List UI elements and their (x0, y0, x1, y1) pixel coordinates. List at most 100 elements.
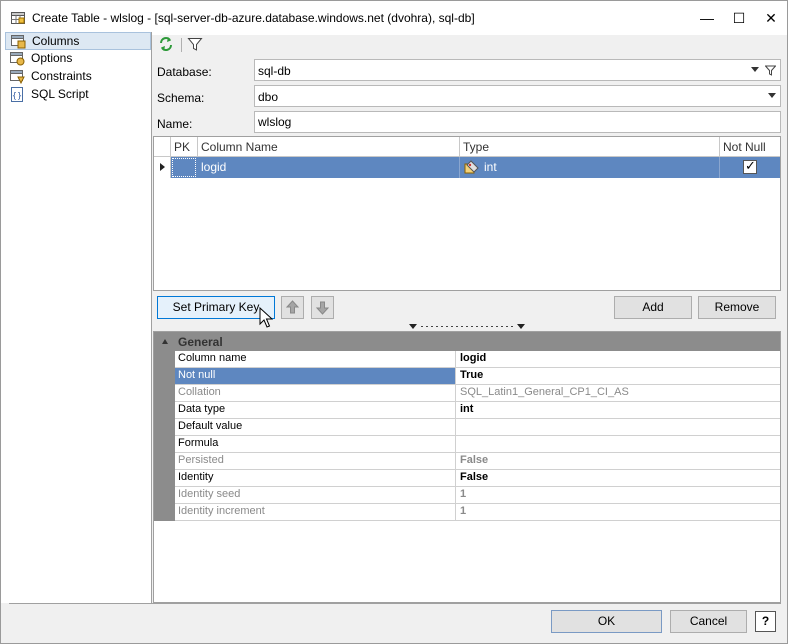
grid-header-indicator (154, 137, 171, 157)
nav-item-sql-script[interactable]: {} SQL Script (5, 86, 151, 104)
maximize-button[interactable]: ☐ (723, 1, 755, 35)
property-value[interactable]: True (456, 368, 780, 384)
mouse-cursor-icon (259, 307, 273, 328)
property-name: Identity (175, 470, 456, 486)
property-row-data-type[interactable]: Data type int (175, 402, 780, 419)
set-primary-key-button[interactable]: Set Primary Key (157, 296, 275, 319)
property-name: Data type (175, 402, 456, 418)
property-name: Persisted (175, 453, 456, 469)
remove-button[interactable]: Remove (698, 296, 776, 319)
property-row-not-null[interactable]: Not null True (175, 368, 780, 385)
property-name: Collation (175, 385, 456, 401)
footer-divider (9, 603, 781, 604)
section-nav: Columns Options Constraints {} SQL Scrip… (1, 32, 152, 603)
column-name-cell[interactable]: logid (198, 157, 460, 178)
table-columns-icon (11, 35, 26, 49)
grid-header-type[interactable]: Type (460, 137, 720, 157)
property-row-identity-increment[interactable]: Identity increment 1 (175, 504, 780, 521)
property-value[interactable]: int (456, 402, 780, 418)
filter-icon[interactable] (187, 36, 203, 52)
window-title: Create Table - wlslog - [sql-server-db-a… (32, 11, 475, 25)
schema-select[interactable]: dbo (254, 85, 781, 107)
database-select[interactable]: sql-db (254, 59, 781, 81)
properties-category-label: General (178, 335, 223, 349)
property-value[interactable]: logid (456, 351, 780, 367)
move-down-button[interactable] (311, 296, 334, 319)
nav-item-label: Columns (32, 34, 80, 48)
svg-text:{}: {} (12, 91, 22, 100)
collapse-icon[interactable] (162, 339, 168, 344)
property-value[interactable] (456, 419, 780, 435)
move-up-button[interactable] (281, 296, 304, 319)
property-row-formula[interactable]: Formula (175, 436, 780, 453)
nav-item-label: Options (31, 51, 73, 65)
nav-item-options[interactable]: Options (5, 50, 151, 68)
help-button[interactable]: ? (755, 611, 776, 632)
options-icon (10, 52, 25, 66)
not-null-checkbox[interactable] (743, 158, 757, 174)
nav-item-label: Constraints (31, 69, 92, 83)
property-value[interactable]: 1 (456, 487, 780, 503)
property-row-column-name[interactable]: Column name logid (175, 351, 780, 368)
schema-value: dbo (258, 90, 279, 104)
sql-script-icon: {} (11, 87, 23, 102)
table-icon (11, 12, 25, 24)
property-name: Default value (175, 419, 456, 435)
property-name: Column name (175, 351, 456, 367)
row-indicator-icon (154, 157, 171, 178)
grid-header-pk[interactable]: PK (171, 137, 198, 157)
type-cell-value: int (484, 160, 497, 174)
property-value[interactable]: False (456, 453, 780, 469)
nav-item-label: SQL Script (31, 87, 89, 101)
not-null-cell[interactable] (720, 157, 780, 178)
property-row-persisted[interactable]: Persisted False (175, 453, 780, 470)
property-value[interactable]: False (456, 470, 780, 486)
schema-label: Schema: (157, 91, 205, 105)
nav-item-columns[interactable]: Columns (5, 32, 151, 50)
close-button[interactable]: ✕ (755, 1, 787, 35)
refresh-icon[interactable] (158, 36, 174, 52)
minimize-button[interactable]: — (691, 1, 723, 35)
name-label: Name: (157, 117, 193, 131)
chevron-down-icon[interactable] (751, 67, 759, 72)
property-value[interactable]: SQL_Latin1_General_CP1_CI_AS (456, 385, 780, 401)
ok-button[interactable]: OK (551, 610, 662, 633)
property-row-default-value[interactable]: Default value (175, 419, 780, 436)
database-value: sql-db (258, 64, 291, 78)
cancel-button[interactable]: Cancel (670, 610, 747, 633)
property-row-identity[interactable]: Identity False (175, 470, 780, 487)
filter-icon[interactable] (765, 65, 776, 76)
property-name: Not null (175, 368, 456, 384)
toolbar (153, 32, 781, 57)
table-row[interactable]: logid int (154, 157, 780, 178)
create-table-dialog: Create Table - wlslog - [sql-server-db-a… (0, 0, 788, 644)
pk-cell[interactable] (172, 158, 196, 177)
properties-category-general[interactable]: General (154, 332, 780, 352)
data-type-icon (464, 160, 479, 174)
database-label: Database: (157, 65, 212, 79)
title-bar: Create Table - wlslog - [sql-server-db-a… (1, 1, 787, 35)
arrow-up-icon (285, 300, 300, 314)
constraints-icon (10, 70, 25, 84)
property-value[interactable]: 1 (456, 504, 780, 520)
property-name: Identity increment (175, 504, 456, 520)
property-value[interactable] (456, 436, 780, 452)
properties-gutter (154, 332, 175, 521)
table-name-input[interactable] (254, 111, 781, 133)
property-name: Formula (175, 436, 456, 452)
chevron-down-icon[interactable] (768, 93, 776, 98)
splitter-handle[interactable] (409, 323, 525, 331)
type-cell[interactable]: int (460, 157, 720, 178)
columns-grid: PK Column Name Type Not Null logid int (153, 136, 781, 291)
grid-header: PK Column Name Type Not Null (154, 137, 780, 157)
grid-header-not-null[interactable]: Not Null (720, 137, 780, 157)
nav-item-constraints[interactable]: Constraints (5, 68, 151, 86)
grid-header-column-name[interactable]: Column Name (198, 137, 460, 157)
property-row-identity-seed[interactable]: Identity seed 1 (175, 487, 780, 504)
toolbar-separator (181, 38, 182, 52)
property-name: Identity seed (175, 487, 456, 503)
arrow-down-icon (315, 301, 330, 315)
properties-grid: General Column name logid Not null True … (153, 331, 781, 603)
property-row-collation[interactable]: Collation SQL_Latin1_General_CP1_CI_AS (175, 385, 780, 402)
add-button[interactable]: Add (614, 296, 692, 319)
